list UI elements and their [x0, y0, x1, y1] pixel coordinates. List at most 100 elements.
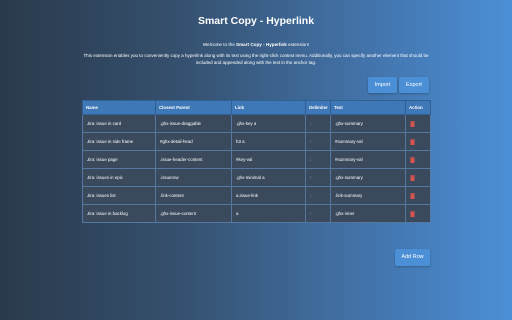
closest-parent-cell[interactable]: .link-content	[155, 186, 232, 205]
welcome-extension-name: Smart Copy - Hyperlink	[236, 42, 287, 47]
delimiter-cell[interactable]: :	[305, 114, 331, 133]
link-cell-value[interactable]: #key-val	[236, 157, 252, 162]
welcome-prefix: Welcome to the	[202, 42, 237, 47]
column-header-text: Text	[330, 100, 406, 115]
delimiter-cell[interactable]: :	[305, 150, 331, 169]
trash-icon	[410, 156, 415, 163]
export-button[interactable]: Export	[399, 77, 429, 93]
action-cell	[405, 186, 431, 205]
delimiter-cell[interactable]: :	[305, 204, 331, 223]
column-header-name: Name	[82, 100, 156, 115]
delete-row-button[interactable]	[410, 210, 415, 217]
delimiter-cell-value[interactable]: :	[310, 157, 311, 162]
link-cell[interactable]: h3 a	[231, 132, 306, 151]
table-row: Jira: issue in side frame #ghx-detail-hea…	[82, 132, 431, 151]
closest-parent-cell-value[interactable]: #ghx-detail-head	[160, 139, 193, 144]
link-cell-value[interactable]: .ghx-key a	[236, 121, 256, 126]
action-cell	[405, 150, 431, 169]
delimiter-cell[interactable]: :	[305, 132, 331, 151]
closest-parent-cell-value[interactable]: .ghx-issue-draggable	[160, 121, 201, 126]
name-cell-value[interactable]: Jira: issue in card	[87, 121, 121, 126]
delimiter-cell[interactable]: :	[305, 168, 331, 187]
add-row-button[interactable]: Add Row	[395, 249, 430, 266]
trash-icon	[410, 138, 415, 145]
text-cell[interactable]: #summary-val	[330, 150, 406, 169]
name-cell[interactable]: Jira: issues list	[82, 186, 156, 205]
text-cell-value[interactable]: .ghx-summary	[335, 121, 363, 126]
closest-parent-cell-value[interactable]: .issue-header-content	[160, 157, 202, 162]
table-row: Jira: issue in card .ghx-issue-draggable.…	[82, 114, 431, 133]
text-cell-value[interactable]: .link-summary	[335, 193, 362, 198]
delimiter-cell[interactable]: :	[305, 186, 331, 205]
closest-parent-cell[interactable]: .ghx-issue-draggable	[155, 114, 232, 133]
description-text: This extension enables you to convenient…	[83, 53, 429, 65]
closest-parent-cell-value[interactable]: .link-content	[160, 193, 184, 198]
column-header-closest-parent: Closest Parent	[155, 100, 232, 115]
trash-icon	[410, 192, 415, 199]
page-title: Smart Copy - Hyperlink	[197, 15, 315, 27]
trash-icon	[410, 120, 415, 127]
name-cell[interactable]: Jira: issues in epic	[82, 168, 156, 187]
text-cell[interactable]: .link-summary	[330, 186, 406, 205]
welcome-suffix: extension!	[286, 42, 310, 47]
table-row: Jira: issue in backlog .ghx-issue-content…	[82, 204, 431, 223]
closest-parent-cell[interactable]: #ghx-detail-head	[155, 132, 232, 151]
delete-row-button[interactable]	[410, 138, 415, 145]
link-cell-value[interactable]: .ghx-minimal a	[236, 175, 265, 180]
link-cell[interactable]: .ghx-minimal a	[231, 168, 306, 187]
delete-row-button[interactable]	[410, 156, 415, 163]
trash-icon	[410, 210, 415, 217]
column-header-delimiter: Delimiter	[305, 100, 331, 115]
link-cell[interactable]: .ghx-key a	[231, 114, 306, 133]
table-row: Jira: issue page .issue-header-content #ke…	[82, 150, 431, 169]
name-cell-value[interactable]: Jira: issue in side frame	[87, 139, 133, 144]
action-cell	[405, 132, 431, 151]
action-cell	[405, 168, 431, 187]
delimiter-cell-value[interactable]: :	[310, 193, 311, 198]
delimiter-cell-value[interactable]: :	[310, 121, 311, 126]
name-cell[interactable]: Jira: issue in side frame	[82, 132, 156, 151]
trash-icon	[410, 174, 415, 181]
delimiter-cell-value[interactable]: :	[310, 175, 311, 180]
name-cell-value[interactable]: Jira: issue in backlog	[87, 211, 128, 216]
name-cell-value[interactable]: Jira: issues list	[87, 193, 116, 198]
closest-parent-cell-value[interactable]: .ghx-issue-content	[160, 211, 196, 216]
text-cell[interactable]: .ghx-inner	[330, 204, 406, 223]
name-cell-value[interactable]: Jira: issues in epic	[87, 175, 123, 180]
column-header-action: Action	[405, 100, 431, 115]
delete-row-button[interactable]	[410, 174, 415, 181]
name-cell-value[interactable]: Jira: issue page	[87, 157, 118, 162]
link-cell-value[interactable]: a	[236, 211, 238, 216]
closest-parent-cell[interactable]: .issue-header-content	[155, 150, 232, 169]
delete-row-button[interactable]	[410, 120, 415, 127]
table-row: Jira: issues list .link-content a.issue-li…	[82, 186, 431, 205]
closest-parent-cell-value[interactable]: .issuerow	[160, 175, 179, 180]
rules-table: Name Closest Parent Link Delimiter Text …	[82, 100, 431, 223]
closest-parent-cell[interactable]: .ghx-issue-content	[155, 204, 232, 223]
text-cell-value[interactable]: .ghx-inner	[335, 211, 355, 216]
name-cell[interactable]: Jira: issue in card	[82, 114, 156, 133]
text-cell[interactable]: #summary-val	[330, 132, 406, 151]
action-cell	[405, 204, 431, 223]
link-cell[interactable]: a.issue-link	[231, 186, 306, 205]
link-cell-value[interactable]: a.issue-link	[236, 193, 258, 198]
link-cell-value[interactable]: h3 a	[236, 139, 245, 144]
import-button[interactable]: Import	[368, 77, 397, 93]
link-cell[interactable]: #key-val	[231, 150, 306, 169]
table-header-row: Name Closest Parent Link Delimiter Text …	[82, 100, 431, 115]
text-cell[interactable]: .ghx-summary	[330, 114, 406, 133]
welcome-message: Welcome to the Smart Copy - Hyperlink ex…	[0, 42, 512, 47]
text-cell-value[interactable]: #summary-val	[335, 157, 363, 162]
action-cell	[405, 114, 431, 133]
text-cell[interactable]: .ghx-summary	[330, 168, 406, 187]
link-cell[interactable]: a	[231, 204, 306, 223]
delete-row-button[interactable]	[410, 192, 415, 199]
closest-parent-cell[interactable]: .issuerow	[155, 168, 232, 187]
text-cell-value[interactable]: #summary-val	[335, 139, 363, 144]
name-cell[interactable]: Jira: issue in backlog	[82, 204, 156, 223]
text-cell-value[interactable]: .ghx-summary	[335, 175, 363, 180]
column-header-link: Link	[231, 100, 306, 115]
name-cell[interactable]: Jira: issue page	[82, 150, 156, 169]
delimiter-cell-value[interactable]: :	[310, 211, 311, 216]
delimiter-cell-value[interactable]: :	[310, 139, 311, 144]
